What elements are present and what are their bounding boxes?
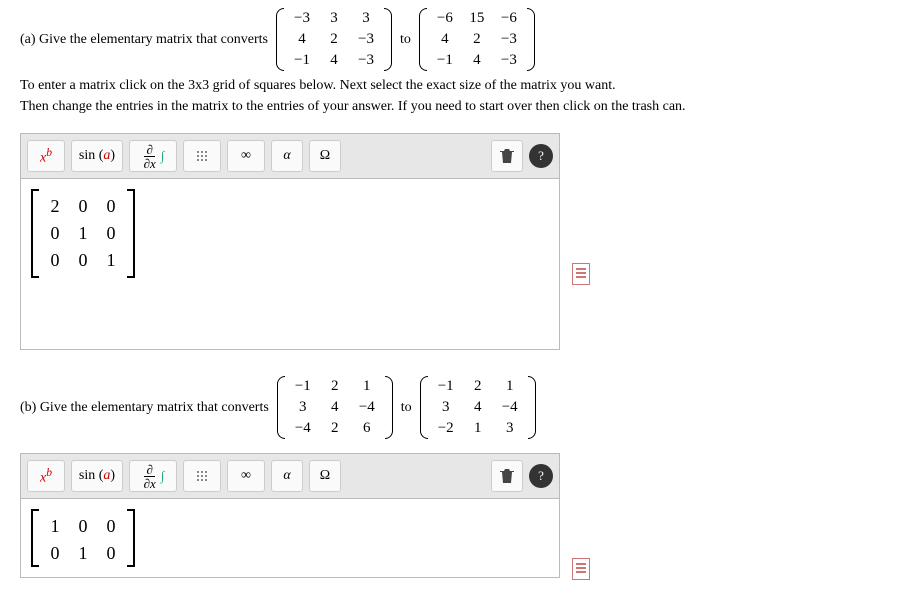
exponent-button[interactable]: xb (27, 140, 65, 172)
editor-body-a[interactable]: 200 010 001 (21, 179, 559, 349)
trash-icon (500, 468, 514, 484)
equation-editor-a: xb sin (a) ∂∂x ∫ ∞ α Ω ? 200 010 001 (20, 133, 560, 350)
alpha-button[interactable]: α (271, 460, 303, 492)
help-button[interactable]: ? (529, 144, 553, 168)
part-b-prefix: (b) Give the elementary matrix that conv… (20, 400, 269, 416)
instructions: To enter a matrix click on the 3x3 grid … (20, 75, 903, 117)
editor-toolbar: xb sin (a) ∂∂x ∫ ∞ α Ω ? (21, 454, 559, 499)
editor-body-b[interactable]: 100 010 (21, 499, 559, 577)
part-a-prefix: (a) Give the elementary matrix that conv… (20, 32, 268, 48)
to-word: to (400, 32, 411, 48)
trash-button[interactable] (491, 140, 523, 172)
sin-button[interactable]: sin (a) (71, 140, 123, 172)
page-icon[interactable] (572, 263, 590, 285)
exponent-button[interactable]: xb (27, 460, 65, 492)
equation-editor-b: xb sin (a) ∂∂x ∫ ∞ α Ω ? 100 010 (20, 453, 560, 578)
part-b-prompt: (b) Give the elementary matrix that conv… (20, 376, 903, 439)
trash-button[interactable] (491, 460, 523, 492)
sin-button[interactable]: sin (a) (71, 460, 123, 492)
part-b-matrix-to: −121 34−4 −213 (420, 376, 536, 439)
part-a-matrix-to: −615−6 42−3 −14−3 (419, 8, 535, 71)
answer-matrix-b[interactable]: 100 010 (31, 509, 135, 567)
matrix-grid-button[interactable] (183, 140, 221, 172)
part-a-matrix-from: −333 42−3 −14−3 (276, 8, 392, 71)
infinity-button[interactable]: ∞ (227, 140, 265, 172)
infinity-button[interactable]: ∞ (227, 460, 265, 492)
to-word: to (401, 400, 412, 416)
part-b-matrix-from: −121 34−4 −426 (277, 376, 393, 439)
omega-button[interactable]: Ω (309, 140, 341, 172)
matrix-grid-button[interactable] (183, 460, 221, 492)
part-a-prompt: (a) Give the elementary matrix that conv… (20, 8, 903, 71)
derivative-button[interactable]: ∂∂x ∫ (129, 140, 177, 172)
answer-matrix-a[interactable]: 200 010 001 (31, 189, 135, 278)
derivative-button[interactable]: ∂∂x ∫ (129, 460, 177, 492)
omega-button[interactable]: Ω (309, 460, 341, 492)
editor-toolbar: xb sin (a) ∂∂x ∫ ∞ α Ω ? (21, 134, 559, 179)
page-icon[interactable] (572, 558, 590, 580)
help-button[interactable]: ? (529, 464, 553, 488)
alpha-button[interactable]: α (271, 140, 303, 172)
trash-icon (500, 148, 514, 164)
